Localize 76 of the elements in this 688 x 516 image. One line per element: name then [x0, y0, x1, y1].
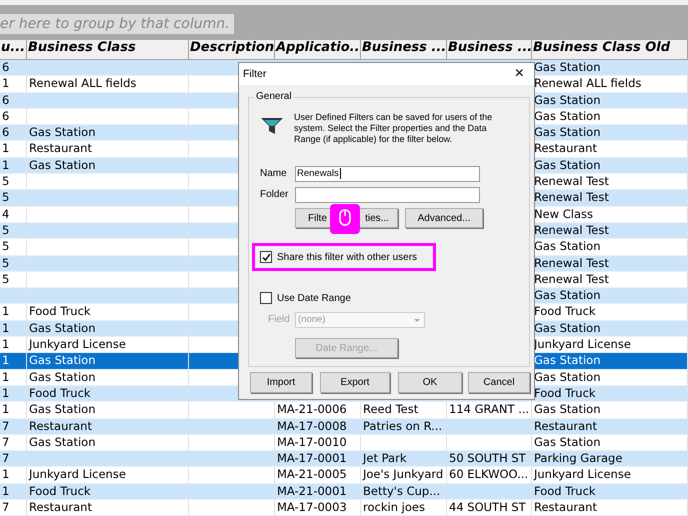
- name-label: Name: [260, 168, 287, 179]
- checkbox-label[interactable]: Share this filter with other users: [277, 252, 418, 262]
- table-cell: Food Truck: [532, 386, 688, 402]
- table-cell: Renewal Test: [532, 256, 688, 272]
- table-cell: Gas Station: [27, 353, 189, 370]
- checkbox-label[interactable]: Use Date Range: [277, 292, 351, 304]
- table-cell: 7: [0, 500, 27, 516]
- group-title: General: [254, 91, 294, 102]
- table-cell: 1: [0, 320, 27, 338]
- column-header[interactable]: Applicatio...: [275, 40, 361, 60]
- table-cell: Gas Station: [532, 320, 688, 338]
- table-cell: Gas Station: [532, 125, 688, 142]
- column-header[interactable]: Business ...: [447, 40, 532, 60]
- table-cell: MA-17-0008: [275, 418, 361, 435]
- table-cell: 6: [0, 60, 27, 76]
- table-cell: Gas Station: [532, 353, 688, 370]
- table-cell: 44 SOUTH ST: [447, 500, 532, 516]
- folder-field[interactable]: [295, 187, 480, 203]
- name-field[interactable]: Renewals: [295, 166, 480, 182]
- table-cell: 5: [0, 190, 27, 207]
- funnel-icon: [260, 116, 284, 136]
- table-cell: MA-21-0001: [275, 484, 361, 500]
- table-cell: Food Truck: [27, 484, 189, 500]
- table-cell: 6: [0, 92, 27, 109]
- table-cell: Gas Station: [27, 125, 189, 142]
- table-cell: Parking Garage: [532, 451, 688, 468]
- table-cell: 1: [0, 353, 27, 370]
- column-header[interactable]: u...: [0, 40, 27, 60]
- table-cell: Food Truck: [27, 386, 189, 402]
- description-text: User Defined Filters can be saved for users of the system. Select the Filter properties and the Data Range (if applicable) for the filter below.: [294, 112, 494, 145]
- table-cell: 6: [0, 125, 27, 142]
- table-cell: 1: [0, 158, 27, 174]
- table-cell: 7: [0, 418, 27, 435]
- table-cell: 1: [0, 386, 27, 402]
- column-header[interactable]: Description: [189, 40, 275, 60]
- dialog-button[interactable]: Export: [320, 372, 390, 393]
- column-header[interactable]: Business Class: [27, 40, 189, 60]
- table-cell: 50 SOUTH ST: [447, 451, 532, 468]
- table-cell: Food Truck: [532, 484, 688, 500]
- close-button[interactable]: ×: [514, 66, 524, 82]
- dialog-button[interactable]: Import: [250, 372, 312, 393]
- table-cell: Restaurant: [532, 500, 688, 516]
- checkbox[interactable]: [260, 251, 272, 263]
- table-cell: rockin joes: [361, 500, 447, 516]
- table-cell: Betty's Cup...: [361, 484, 447, 500]
- advanced-button[interactable]: Advanced...: [405, 208, 483, 228]
- field-label: Field: [268, 314, 290, 325]
- table-cell: MA-17-0001: [275, 451, 361, 468]
- table-cell: Gas Station: [27, 320, 189, 338]
- table-cell: Patries on R...: [361, 418, 447, 435]
- window-title: Filter: [243, 68, 266, 80]
- table-cell: 1: [0, 484, 27, 500]
- table-cell: 5: [0, 222, 27, 240]
- table-cell: 7: [0, 451, 27, 468]
- table-cell: Restaurant: [532, 418, 688, 435]
- table-cell: Restaurant: [27, 500, 189, 516]
- dialog-button[interactable]: Cancel: [468, 372, 530, 393]
- table-cell: Renewal Test: [532, 190, 688, 207]
- mouse-badge: [330, 204, 360, 234]
- table-cell: Gas Station: [27, 158, 189, 174]
- table-cell: Restaurant: [27, 418, 189, 435]
- table-cell: Gas Station: [532, 158, 688, 174]
- text-cursor: [340, 168, 341, 179]
- group-by-panel: er here to group by that column.: [0, 14, 234, 34]
- table-cell: 5: [0, 256, 27, 272]
- column-header[interactable]: Business Class Old: [532, 40, 688, 60]
- table-cell: MA-17-0003: [275, 500, 361, 516]
- table-cell: Gas Station: [532, 60, 688, 76]
- checkbox[interactable]: [260, 292, 272, 304]
- table-cell: Gas Station: [532, 288, 688, 304]
- column-header[interactable]: Business ...: [361, 40, 447, 60]
- folder-label: Folder: [260, 189, 288, 200]
- dialog-button[interactable]: OK: [398, 372, 462, 393]
- table-cell: Renewal Test: [532, 222, 688, 240]
- table-cell: Gas Station: [532, 92, 688, 109]
- table-cell: Jet Park: [361, 451, 447, 468]
